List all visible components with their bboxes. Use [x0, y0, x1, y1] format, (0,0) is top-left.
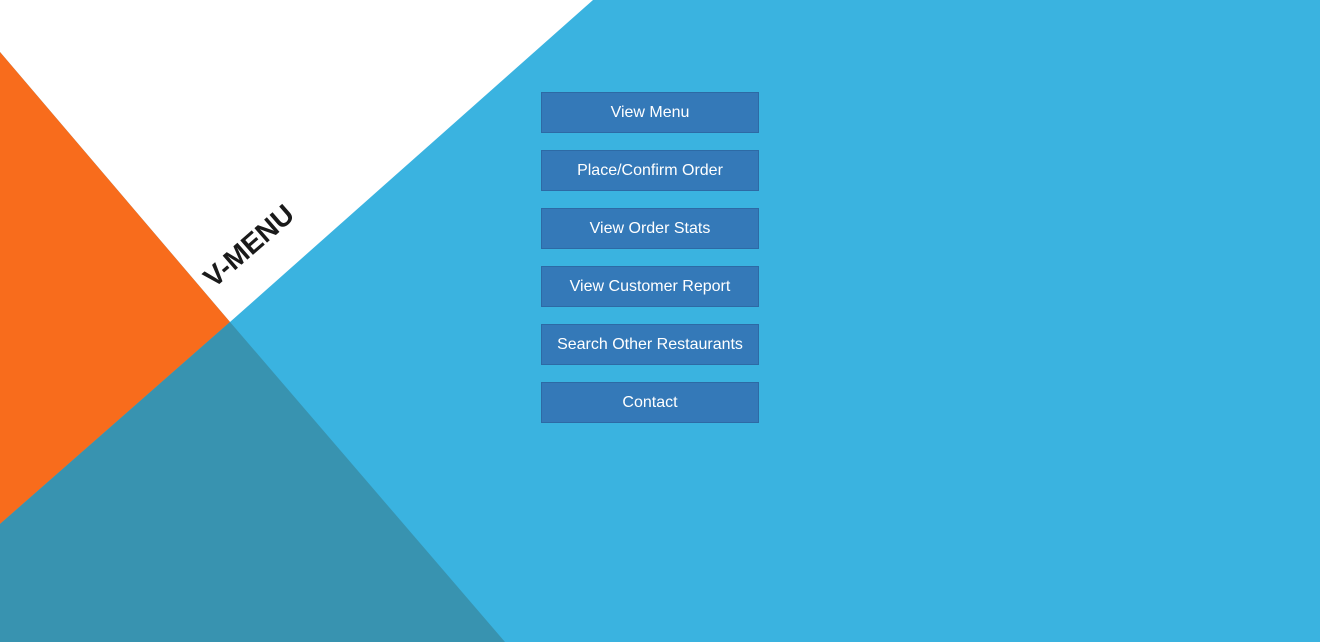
view-menu-button[interactable]: View Menu [541, 92, 759, 133]
main-menu: View Menu Place/Confirm Order View Order… [541, 92, 759, 440]
place-confirm-order-button[interactable]: Place/Confirm Order [541, 150, 759, 191]
contact-button[interactable]: Contact [541, 382, 759, 423]
search-other-restaurants-button[interactable]: Search Other Restaurants [541, 324, 759, 365]
view-order-stats-button[interactable]: View Order Stats [541, 208, 759, 249]
view-customer-report-button[interactable]: View Customer Report [541, 266, 759, 307]
